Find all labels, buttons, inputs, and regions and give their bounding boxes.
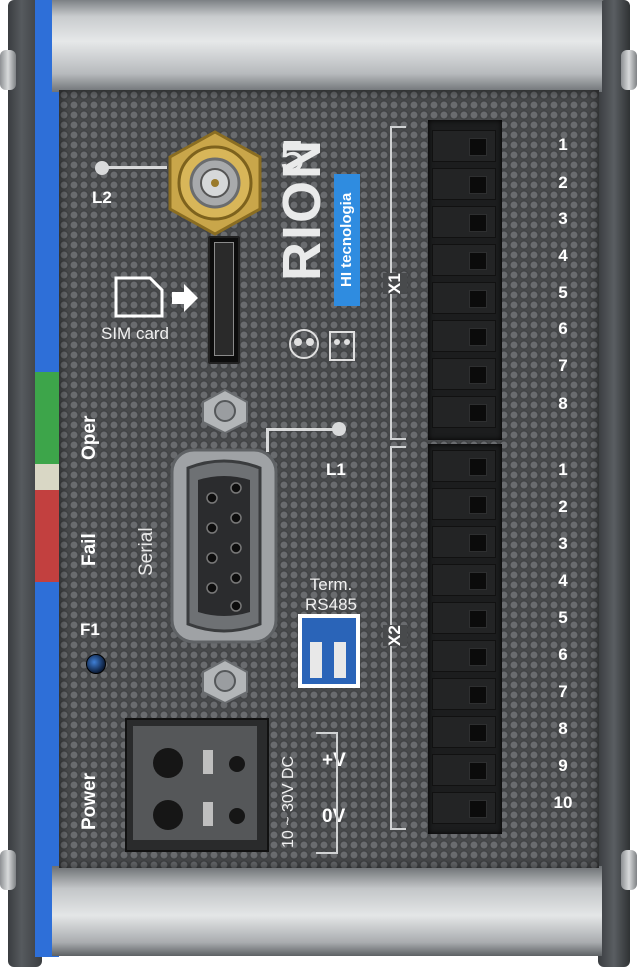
x1-terminal[interactable] <box>432 396 496 428</box>
dip-switch-frame <box>298 614 360 688</box>
hex-standoff-icon <box>202 388 248 434</box>
hex-standoff-icon <box>202 658 248 704</box>
x2-terminal[interactable] <box>432 678 496 710</box>
x1-label: X1 <box>383 273 407 294</box>
x2-terminal[interactable] <box>432 602 496 634</box>
dip-switch-1[interactable] <box>310 642 322 678</box>
brand-logo: RION 5 HI tecnologia <box>272 132 368 308</box>
x2-pin-number: 3 <box>558 534 568 553</box>
brand-model: 5 <box>280 132 305 181</box>
sim-card-icon <box>114 276 198 318</box>
dip-switch-2[interactable] <box>334 642 346 678</box>
x2-pin-number: 10 <box>553 793 573 812</box>
x1-pin-number: 5 <box>558 283 568 302</box>
x2-terminal[interactable] <box>432 488 496 520</box>
x2-pin-number: 2 <box>558 497 568 516</box>
oper-label: Oper <box>79 415 100 460</box>
rs485-label: RS485 <box>305 595 357 614</box>
power-terminal[interactable] <box>125 718 269 852</box>
x1-terminal[interactable] <box>432 358 496 390</box>
x1-terminal[interactable] <box>432 130 496 162</box>
x1-pin-number: 3 <box>558 209 568 228</box>
right-housing <box>598 0 630 967</box>
device-photo: L2 SIM card RION 5 HI tecnologia Serial … <box>0 0 637 967</box>
brand-maker: HI tecnologia <box>338 192 355 288</box>
top-rail <box>52 0 602 92</box>
x1-pin-number: 2 <box>558 173 568 192</box>
l1-indicator <box>332 422 346 436</box>
l1-leader-line <box>266 428 336 431</box>
x2-pin-number: 5 <box>558 608 568 627</box>
term-label: Term. <box>309 575 353 594</box>
x1-pin-number: 4 <box>558 246 568 265</box>
x2-terminal[interactable] <box>432 526 496 558</box>
l2-label: L2 <box>92 188 112 207</box>
x2-terminal[interactable] <box>432 640 496 672</box>
x2-label: X2 <box>383 625 407 646</box>
fail-label: Fail <box>79 533 100 566</box>
x1-pin-number: 7 <box>558 356 568 375</box>
l2-leader-line <box>107 166 167 169</box>
x1-terminal[interactable] <box>432 168 496 200</box>
serial-label: Serial <box>136 527 157 576</box>
x2-terminal[interactable] <box>432 564 496 596</box>
fuse-label: F1 <box>80 620 100 639</box>
x2-pin-number: 9 <box>558 756 568 775</box>
bottom-rail <box>52 866 602 956</box>
sim-slot[interactable] <box>208 236 240 364</box>
green-strip <box>35 372 59 464</box>
screw-icon <box>621 50 637 90</box>
x1-pin-number: 8 <box>558 394 568 413</box>
x1-terminal[interactable] <box>432 244 496 276</box>
x2-pin-number: 4 <box>558 571 568 590</box>
x2-terminal-block[interactable] <box>428 444 502 834</box>
x1-terminal[interactable] <box>432 320 496 352</box>
screw-icon <box>0 50 16 90</box>
screw-icon <box>0 850 16 890</box>
owl-logo-icon <box>289 329 355 361</box>
x2-terminal[interactable] <box>432 792 496 824</box>
serial-port-icon <box>170 448 278 644</box>
x1-terminal[interactable] <box>432 206 496 238</box>
x2-terminal[interactable] <box>432 450 496 482</box>
sim-label: SIM card <box>101 324 170 343</box>
x1-terminal[interactable] <box>432 282 496 314</box>
beige-strip <box>35 464 59 490</box>
fuse-icon <box>86 654 106 674</box>
x2-terminal[interactable] <box>432 754 496 786</box>
x1-pin-number: 6 <box>558 319 568 338</box>
x2-pin-number: 8 <box>558 719 568 738</box>
x2-terminal[interactable] <box>432 716 496 748</box>
x2-pin-number: 7 <box>558 682 568 701</box>
x1-pin-number: 1 <box>558 135 568 154</box>
x2-pin-number: 1 <box>558 460 568 479</box>
red-strip <box>35 490 59 582</box>
x1-terminal-block[interactable] <box>428 120 502 440</box>
antenna-connector-icon <box>168 130 262 236</box>
screw-icon <box>621 850 637 890</box>
l1-label: L1 <box>326 460 346 479</box>
power-label: Power <box>79 772 100 830</box>
x2-pin-number: 6 <box>558 645 568 664</box>
voltage-label: 10 ~ 30V DC <box>280 755 297 848</box>
